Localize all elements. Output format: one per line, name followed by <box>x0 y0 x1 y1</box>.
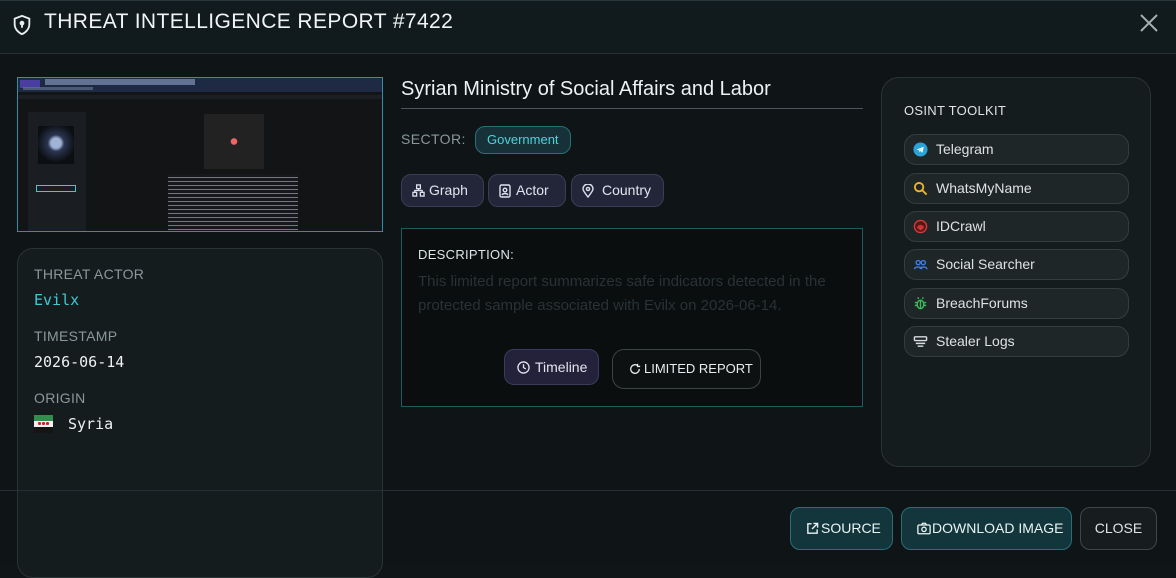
thumbnail-text-lines <box>168 174 298 231</box>
tool-stealer-logs-label: Stealer Logs <box>936 333 1015 349</box>
sector-badge: Government <box>475 126 571 154</box>
graph-icon <box>412 184 425 197</box>
thumbnail-member-badge <box>36 185 76 192</box>
timeline-button[interactable]: Timeline <box>504 349 599 385</box>
clock-icon <box>517 361 530 374</box>
tool-telegram[interactable]: Telegram <box>904 134 1129 165</box>
download-image-button-label: DOWNLOAD IMAGE <box>932 520 1064 536</box>
tool-breachforums-label: BreachForums <box>936 295 1028 311</box>
thumbnail-avatar <box>38 126 74 164</box>
fingerprint-icon <box>913 219 928 234</box>
timestamp-label: TIMESTAMP <box>34 328 118 344</box>
actor-button[interactable]: Actor <box>488 174 566 207</box>
camera-icon <box>917 522 931 535</box>
entity-title: Syrian Ministry of Social Affairs and La… <box>401 78 771 100</box>
graph-button[interactable]: Graph <box>401 174 484 207</box>
report-modal: THREAT INTELLIGENCE REPORT #7422 THREAT … <box>0 0 1176 578</box>
tool-whatsmyname[interactable]: WhatsMyName <box>904 173 1129 204</box>
osint-toolkit-title: OSINT TOOLKIT <box>904 103 1007 118</box>
footer-divider <box>0 490 1176 491</box>
source-button-label: SOURCE <box>821 520 881 536</box>
description-panel: DESCRIPTION: This limited report summari… <box>401 228 863 407</box>
entity-divider <box>401 108 863 109</box>
location-pin-icon <box>582 184 594 198</box>
close-button[interactable]: CLOSE <box>1080 507 1157 550</box>
close-button-label: CLOSE <box>1094 520 1143 536</box>
osint-toolkit-panel: OSINT TOOLKIT Telegram WhatsMyName IDCra… <box>881 77 1151 467</box>
timeline-button-label: Timeline <box>535 359 588 375</box>
origin-label: ORIGIN <box>34 390 86 406</box>
tool-idcrawl-label: IDCrawl <box>936 218 986 234</box>
country-button-label: Country <box>602 182 652 198</box>
tool-stealer-logs[interactable]: Stealer Logs <box>904 326 1129 357</box>
shield-icon <box>13 14 31 36</box>
limited-report-button-label: LIMITED REPORT <box>644 361 753 376</box>
bug-icon <box>914 297 927 310</box>
id-card-icon <box>499 184 511 198</box>
tool-idcrawl[interactable]: IDCrawl <box>904 211 1129 242</box>
threat-actor-label: THREAT ACTOR <box>34 266 145 282</box>
threat-actor-value: Evilx <box>34 291 80 309</box>
actor-button-label: Actor <box>516 182 549 198</box>
modal-header: THREAT INTELLIGENCE REPORT #7422 <box>0 1 1176 54</box>
limited-report-button[interactable]: LIMITED REPORT <box>612 349 761 389</box>
modal-title: THREAT INTELLIGENCE REPORT #7422 <box>44 10 454 33</box>
country-button[interactable]: Country <box>571 174 664 207</box>
tool-telegram-label: Telegram <box>936 141 994 157</box>
thumbnail-emblem <box>204 114 264 169</box>
refresh-icon <box>630 363 641 374</box>
tool-social-searcher-label: Social Searcher <box>936 256 1035 272</box>
close-icon[interactable] <box>1137 11 1161 35</box>
origin-value: Syria <box>68 415 114 433</box>
search-icon <box>913 181 928 196</box>
tool-whatsmyname-label: WhatsMyName <box>936 180 1032 196</box>
report-screenshot-thumbnail[interactable] <box>17 77 383 232</box>
timestamp-value: 2026-06-14 <box>34 353 125 371</box>
server-icon <box>913 336 928 347</box>
sector-label: SECTOR: <box>401 131 466 147</box>
source-button[interactable]: SOURCE <box>790 507 893 550</box>
download-image-button[interactable]: DOWNLOAD IMAGE <box>901 507 1072 550</box>
users-icon <box>913 259 928 270</box>
graph-button-label: Graph <box>429 182 468 198</box>
tool-social-searcher[interactable]: Social Searcher <box>904 249 1129 280</box>
thumbnail-toolbar <box>18 95 382 99</box>
telegram-icon <box>913 142 928 157</box>
description-text: This limited report summarizes safe indi… <box>418 273 826 314</box>
thumbnail-heading <box>45 79 195 85</box>
tool-breachforums[interactable]: BreachForums <box>904 288 1129 319</box>
external-link-icon <box>807 522 819 534</box>
syria-flag-icon <box>34 415 53 433</box>
thumbnail-subheading <box>23 87 93 90</box>
description-label: DESCRIPTION: <box>418 247 515 262</box>
